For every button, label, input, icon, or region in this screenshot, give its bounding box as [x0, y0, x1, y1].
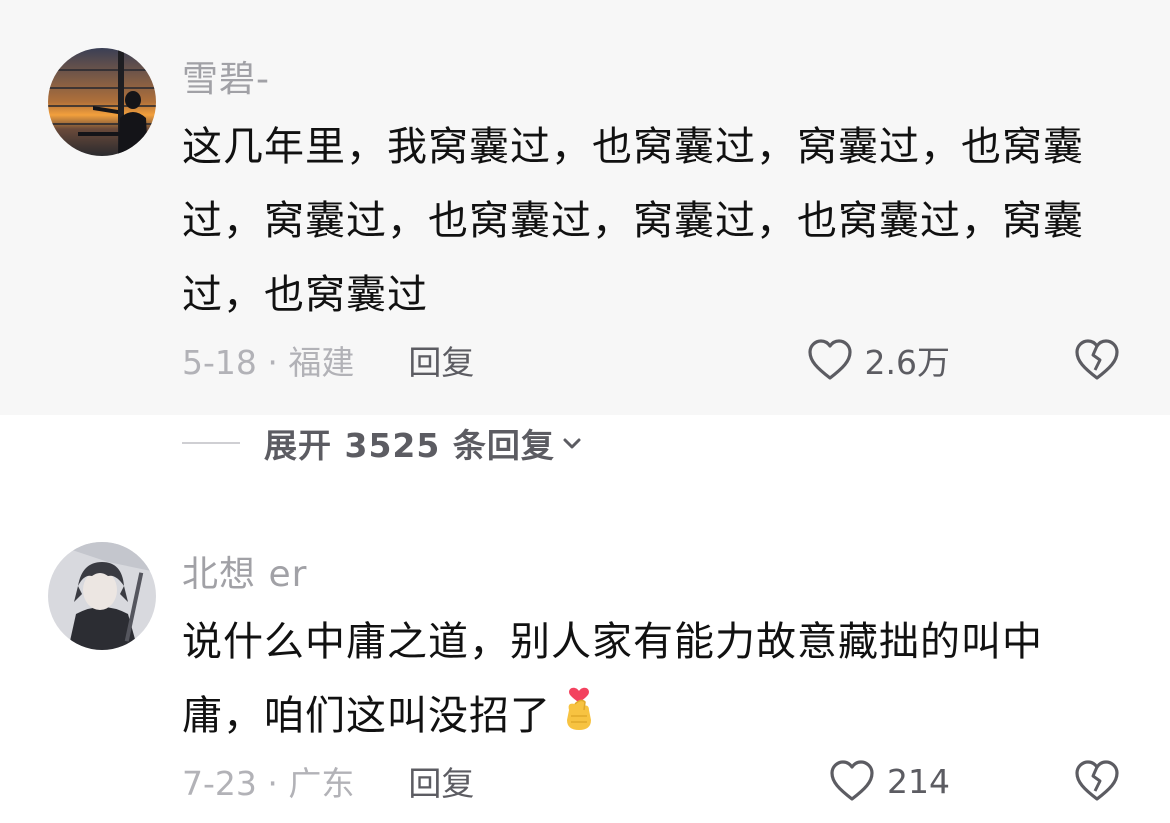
like-count: 2.6万: [864, 343, 950, 382]
expand-replies-button[interactable]: 展开 3525 条回复: [182, 420, 583, 466]
expand-replies-label: 展开 3525 条回复: [264, 426, 555, 465]
reply-button[interactable]: 回复: [408, 757, 474, 805]
reply-button[interactable]: 回复: [408, 336, 474, 384]
comment-text-content: 说什么中庸之道，别人家有能力故意藏拙的叫中庸，咱们这叫没招了: [182, 619, 1043, 739]
broken-heart-icon: [1075, 339, 1119, 380]
comment-meta: 7-23 · 广东 回复 214: [182, 756, 1120, 806]
divider-line: [182, 442, 240, 444]
heart-icon: [830, 760, 874, 801]
username[interactable]: 雪碧-: [182, 50, 270, 102]
dislike-button[interactable]: [1074, 337, 1120, 383]
heart-icon: [807, 339, 852, 380]
comment-text: 说什么中庸之道，别人家有能力故意藏拙的叫中庸，咱们这叫没招了: [182, 605, 1122, 756]
comment-text: 这几年里，我窝囊过，也窝囊过，窝囊过，也窝囊过，窝囊过，也窝囊过，窝囊过，也窝囊…: [182, 124, 1084, 318]
date-location: 5-18 · 福建: [182, 343, 355, 382]
user-avatar[interactable]: [48, 542, 156, 650]
date-location: 7-23 · 广东: [182, 764, 355, 803]
like-count: 214: [887, 761, 950, 801]
finger-heart-emoji: [557, 680, 601, 756]
username[interactable]: 北想 er: [182, 545, 307, 597]
comment-item: 雪碧- 这几年里，我窝囊过，也窝囊过，窝囊过，也窝囊过，窝囊过，也窝囊过，窝囊过…: [0, 0, 1170, 415]
dislike-button[interactable]: [1074, 758, 1120, 804]
comment-meta: 5-18 · 福建 回复 2.6万: [182, 335, 1120, 385]
broken-heart-icon: [1075, 760, 1119, 801]
anime-character-avatar: [48, 542, 156, 650]
sunset-window-silhouette-avatar: [48, 48, 156, 156]
chevron-down-icon: [563, 438, 581, 449]
comment-item: 北想 er 说什么中庸之道，别人家有能力故意藏拙的叫中庸，咱们这叫没招了 7-2…: [0, 520, 1170, 823]
like-button[interactable]: 214: [829, 756, 950, 806]
user-avatar[interactable]: [48, 48, 156, 156]
like-button[interactable]: 2.6万: [807, 335, 950, 385]
